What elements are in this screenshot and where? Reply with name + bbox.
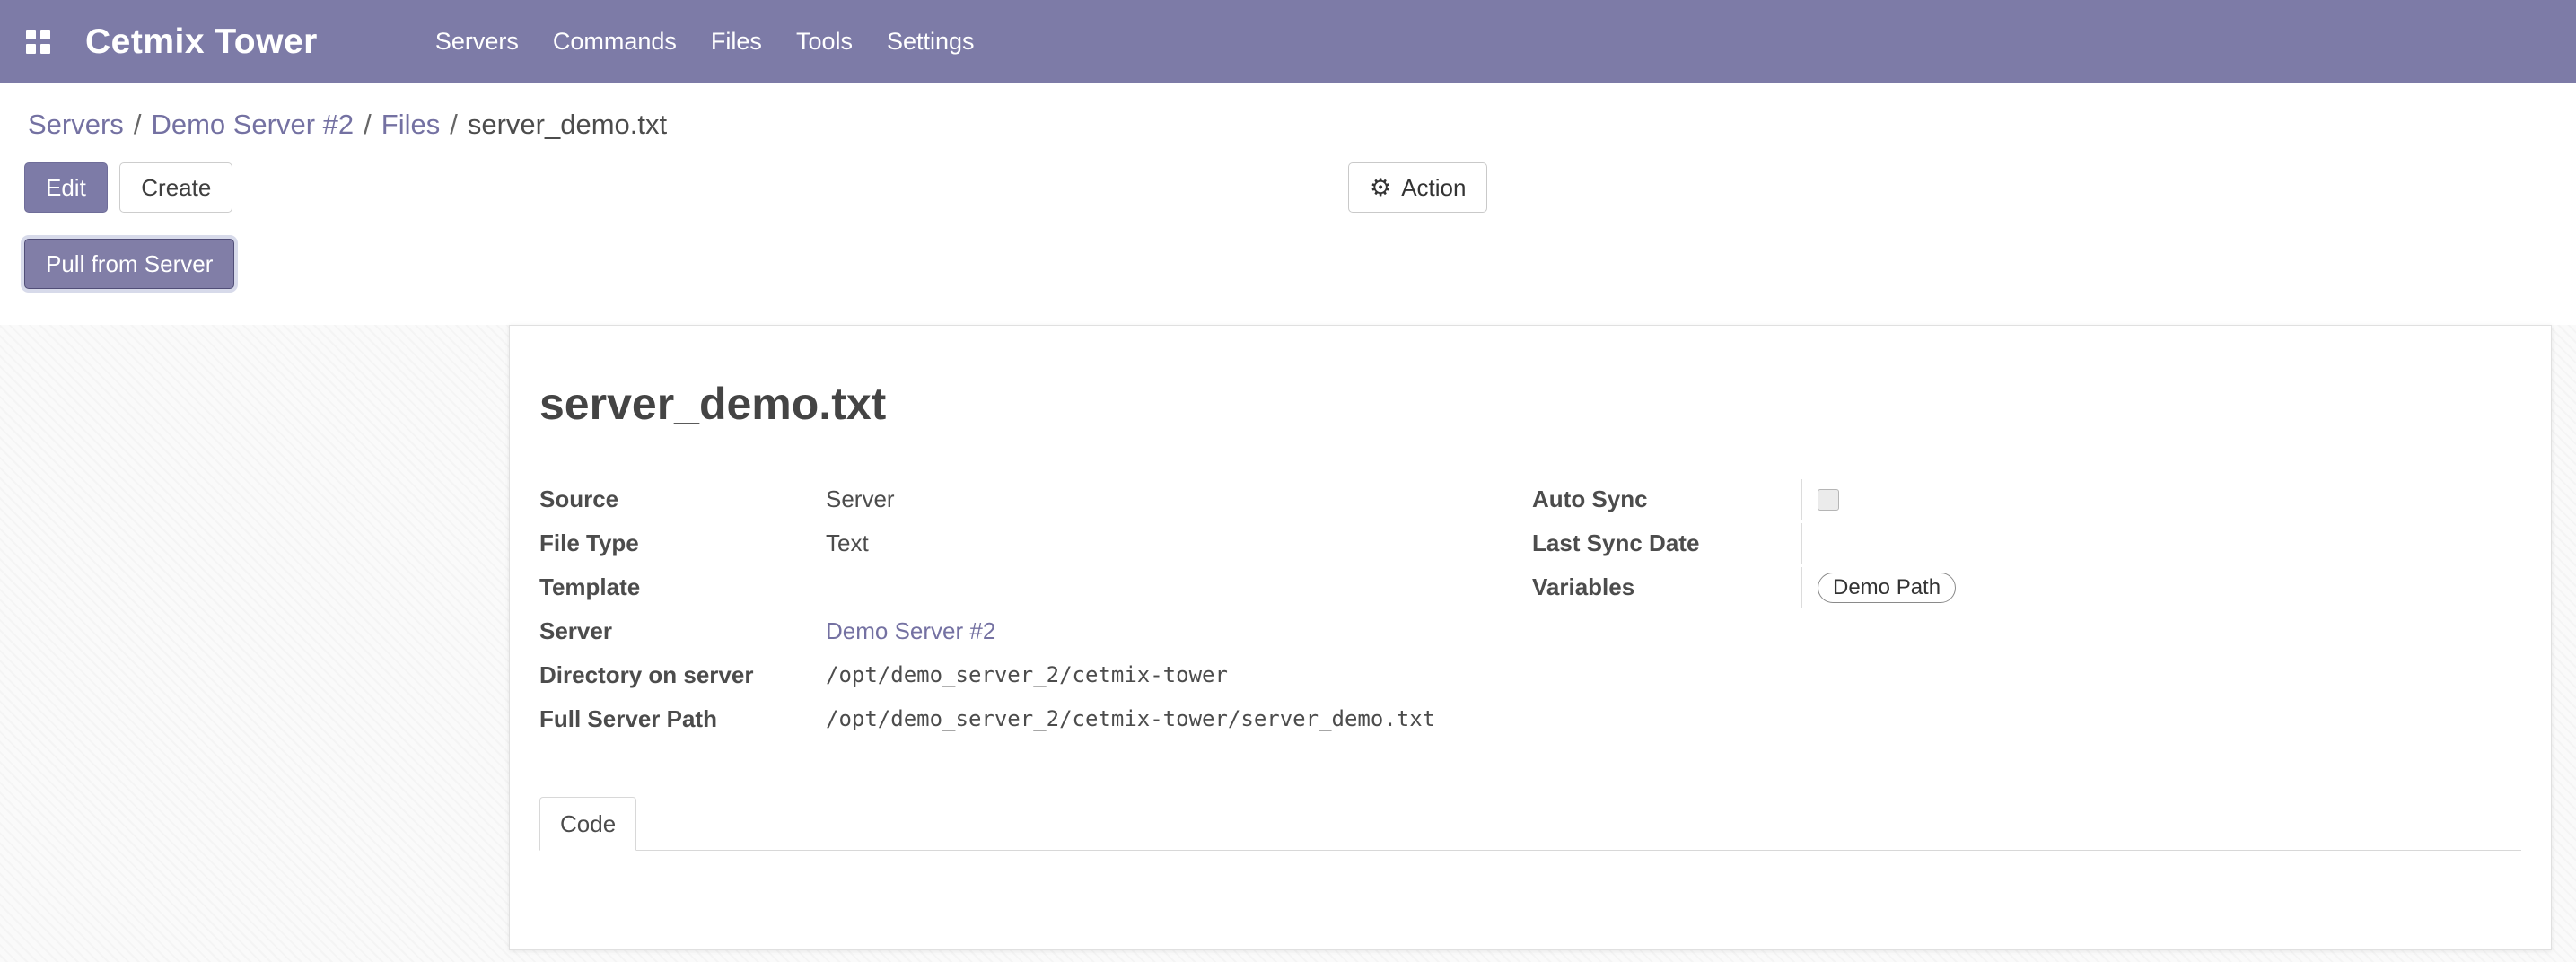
edit-button[interactable]: Edit [24, 162, 108, 213]
menu-item-commands[interactable]: Commands [536, 0, 694, 83]
top-navbar: Cetmix Tower Servers Commands Files Tool… [0, 0, 2576, 83]
field-label: Last Sync Date [1532, 523, 1801, 563]
tab-content-code [539, 851, 2521, 950]
notebook-tabs: Code [539, 797, 2521, 851]
field-value: Server [826, 479, 895, 519]
field-value: /opt/demo_server_2/cetmix-tower [826, 655, 1228, 695]
button-row: Edit Create ⚙ Action [0, 162, 2576, 213]
main-menu: Servers Commands Files Tools Settings [418, 0, 992, 83]
field-label: Full Server Path [539, 699, 826, 739]
tab-code[interactable]: Code [539, 797, 636, 851]
field-label: Server [539, 611, 826, 651]
form-view-background: server_demo.txt Source Server File Type … [0, 325, 2576, 962]
action-menu-button[interactable]: ⚙ Action [1348, 162, 1487, 213]
auto-sync-checkbox[interactable] [1818, 489, 1839, 511]
field-label: Template [539, 567, 826, 607]
breadcrumb-separator: / [364, 109, 372, 140]
left-field-group: Source Server File Type Text Template Se… [539, 479, 1532, 743]
menu-item-files[interactable]: Files [694, 0, 779, 83]
field-groups: Source Server File Type Text Template Se… [539, 479, 2521, 743]
variables-tag: Demo Path [1818, 573, 1956, 603]
field-label: Source [539, 479, 826, 519]
field-value-cell [1801, 479, 2521, 520]
record-title: server_demo.txt [539, 378, 2521, 430]
field-label: Directory on server [539, 655, 826, 695]
breadcrumb: Servers / Demo Server #2 / Files / server_demo… [28, 107, 2576, 143]
field-row-file-type: File Type Text [539, 523, 1532, 567]
field-value: /opt/demo_server_2/cetmix-tower/server_d… [826, 699, 1435, 739]
breadcrumb-separator: / [134, 109, 142, 140]
right-field-group: Auto Sync Last Sync Date Variables Demo … [1532, 479, 2521, 743]
action-menu-label: Action [1401, 174, 1466, 202]
breadcrumb-link-servers[interactable]: Servers [28, 109, 124, 140]
field-row-variables: Variables Demo Path [1532, 567, 2521, 611]
breadcrumb-link-demo-server[interactable]: Demo Server #2 [151, 109, 354, 140]
menu-item-tools[interactable]: Tools [779, 0, 870, 83]
field-value: Text [826, 523, 869, 563]
field-row-server: Server Demo Server #2 [539, 611, 1532, 655]
create-button[interactable]: Create [119, 162, 232, 213]
field-label: Variables [1532, 567, 1801, 607]
field-label: File Type [539, 523, 826, 563]
apps-menu-icon[interactable] [26, 30, 51, 55]
menu-item-settings[interactable]: Settings [870, 0, 992, 83]
field-row-full-path: Full Server Path /opt/demo_server_2/cetm… [539, 699, 1532, 743]
field-row-last-sync: Last Sync Date [1532, 523, 2521, 567]
server-record-link[interactable]: Demo Server #2 [826, 611, 995, 651]
field-value-cell: Demo Path [1801, 567, 2521, 608]
gear-icon: ⚙ [1370, 176, 1391, 200]
field-label: Auto Sync [1532, 479, 1801, 519]
breadcrumb-separator: / [450, 109, 458, 140]
field-row-template: Template [539, 567, 1532, 611]
field-row-directory: Directory on server /opt/demo_server_2/c… [539, 655, 1532, 699]
object-buttons-row: Pull from Server [0, 239, 2576, 291]
field-row-source: Source Server [539, 479, 1532, 523]
field-row-auto-sync: Auto Sync [1532, 479, 2521, 523]
form-sheet: server_demo.txt Source Server File Type … [509, 325, 2552, 950]
breadcrumb-current: server_demo.txt [468, 109, 667, 140]
menu-item-servers[interactable]: Servers [418, 0, 536, 83]
breadcrumb-link-files[interactable]: Files [381, 109, 440, 140]
field-value-cell [1801, 523, 2521, 564]
control-panel: Servers / Demo Server #2 / Files / server_demo… [0, 107, 2576, 298]
app-brand-title: Cetmix Tower [85, 22, 318, 62]
pull-from-server-button[interactable]: Pull from Server [24, 239, 234, 289]
